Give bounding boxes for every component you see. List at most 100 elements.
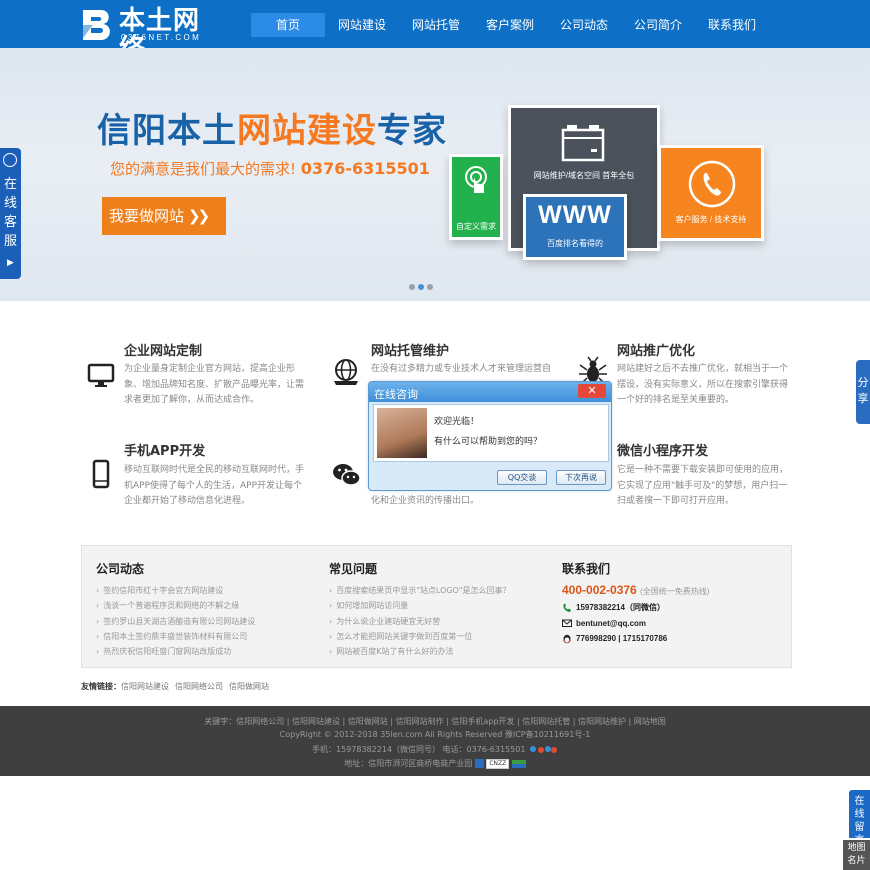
- faq-item[interactable]: 怎么才能把网站关键字做到百度第一位: [329, 629, 511, 644]
- banner-title-a: 信阳本土: [97, 111, 237, 151]
- mail-icon: [562, 619, 572, 628]
- cnzz-badge[interactable]: CNZZ: [486, 758, 510, 769]
- chat-title: 在线咨询: [374, 388, 418, 401]
- footer-keywords[interactable]: 关键字：信阳网络公司 | 信阳网站建设 | 信阳做网站 | 信阳网站制作 | 信…: [0, 716, 870, 727]
- hotline: 400-002-0376 (全国统一免费热线): [562, 583, 709, 597]
- qq-icon: [563, 634, 571, 644]
- banner-title-c: 专家: [377, 111, 447, 151]
- site-header: 本土网络 0376NET.COM 首页 网站建设 网站托管 客户案例 公司动态 …: [0, 0, 870, 63]
- nav-contact[interactable]: 联系我们: [695, 13, 769, 37]
- chat-body: 欢迎光临！ 有什么可以帮助到您的吗？: [373, 404, 609, 462]
- contact-qq-text: 776998290 | 1715170786: [576, 634, 668, 643]
- banner-phone: 0376-6315501: [300, 159, 430, 178]
- friend-link[interactable]: 信阳网络公司: [175, 682, 223, 691]
- faq-item[interactable]: 如何增加网站访问量: [329, 598, 511, 613]
- map-card-label: 地图名片: [847, 843, 866, 866]
- map-card-button[interactable]: 地图名片: [843, 840, 870, 870]
- online-service-tab[interactable]: 在线客服 ▶: [0, 148, 21, 279]
- nav-about[interactable]: 公司简介: [621, 13, 695, 37]
- share-tab[interactable]: 分享: [856, 360, 870, 424]
- service-title[interactable]: 网站推广优化: [617, 340, 695, 359]
- triangle-right-icon: ▶: [7, 257, 14, 267]
- news-item[interactable]: 热烈庆祝信阳旺盛门窗网站改版成功: [96, 644, 255, 659]
- www-icon: WWW: [538, 201, 612, 229]
- hero-banner[interactable]: 信阳本土网站建设专家 您的满意是我们最大的需求! 0376-6315501 我要…: [0, 48, 870, 301]
- news-item[interactable]: 签约信阳市红十字会官方网站建设: [96, 583, 255, 598]
- chat-bubble-icon: [3, 153, 17, 167]
- banner-slogan: 您的满意是我们最大的需求!: [110, 160, 297, 178]
- footer-address: 地址：信阳市浉河区商桥电商产业园 CNZZ: [0, 758, 870, 769]
- info-panel: 公司动态 签约信阳市红十字会官方网站建设 浅谈一个普遍程序员和网络的不解之缘 签…: [81, 545, 792, 668]
- contact-email-text[interactable]: bentunet@qq.com: [576, 616, 646, 632]
- friend-links-label: 友情链接：: [81, 682, 121, 691]
- touch-icon: [465, 166, 487, 193]
- slider-dot[interactable]: [427, 284, 433, 290]
- paw-icon[interactable]: [474, 759, 484, 768]
- close-icon[interactable]: ✕: [578, 384, 606, 398]
- hotline-number: 400-002-0376: [562, 583, 637, 597]
- faq-item[interactable]: 百度搜索结果页中显示"站点LOGO"是怎么回事？: [329, 583, 510, 598]
- double-chevron-right-icon: ❯❯: [188, 207, 210, 225]
- share-label: 分享: [857, 376, 869, 405]
- globe-icon: [334, 359, 358, 385]
- tile-maintenance-label: 网站维护/域名空间 首年全包: [533, 171, 635, 180]
- tile-custom-label: 自定义需求: [456, 222, 496, 231]
- banner-subtitle: 您的满意是我们最大的需求! 0376-6315501: [110, 158, 430, 179]
- agent-avatar: [377, 408, 427, 458]
- contact-phone-text: 15978382214（同微信）: [576, 603, 665, 612]
- footer-address-text: 地址：信阳市浉河区商桥电商产业园: [344, 759, 473, 768]
- service-title[interactable]: 企业网站定制: [124, 340, 202, 359]
- main-nav: 首页 网站建设 网站托管 客户案例 公司动态 公司简介 联系我们: [251, 13, 769, 37]
- faq-item[interactable]: 为什么说企业建站硬宜无好营: [329, 614, 511, 629]
- nav-home[interactable]: 首页: [251, 13, 325, 37]
- qq-status-icon[interactable]: [528, 745, 558, 754]
- news-item[interactable]: 浅谈一个普遍程序员和网络的不解之缘: [96, 598, 255, 613]
- service-desc: 网站建好之后不去推广优化，就相当于一个摆设，没有实际意义，所以在搜索引擎获得一个…: [617, 364, 789, 405]
- faq-heading: 常见问题: [329, 562, 378, 576]
- service-title[interactable]: 手机APP开发: [124, 440, 205, 459]
- hotline-note: (全国统一免费热线): [640, 587, 710, 596]
- friend-link[interactable]: 信阳做网站: [229, 682, 269, 691]
- slider-dot-active[interactable]: [418, 284, 424, 290]
- online-service-label: 在线客服: [4, 177, 18, 249]
- service-title[interactable]: 微信小程序开发: [617, 440, 708, 459]
- phone-handset-icon: [563, 603, 571, 612]
- stats-icon[interactable]: [511, 759, 526, 768]
- slider-dot[interactable]: [409, 284, 415, 290]
- message-tab[interactable]: 在线留言: [849, 790, 870, 846]
- service-desc: 为企业量身定制企业官方网站，提高企业形象、增加品牌知名度、扩散产品曝光率，让需求…: [124, 364, 305, 405]
- telephone-icon: [688, 160, 736, 208]
- logo-mark-icon: [83, 10, 110, 40]
- friend-link[interactable]: 信阳网站建设: [121, 682, 169, 691]
- contact-heading: 联系我们: [562, 562, 611, 576]
- nav-website-build[interactable]: 网站建设: [325, 13, 399, 37]
- nav-news[interactable]: 公司动态: [547, 13, 621, 37]
- news-heading: 公司动态: [96, 562, 145, 576]
- wechat-icon: [333, 464, 361, 486]
- tile-seo-label: 百度排名看得的: [547, 239, 603, 248]
- chat-header[interactable]: 在线咨询 ✕: [369, 382, 611, 402]
- site-logo[interactable]: 本土网络 0376NET.COM: [81, 6, 221, 63]
- server-icon: [561, 125, 605, 162]
- chat-question: 有什么可以帮助到您的吗？: [434, 437, 543, 447]
- news-column: 公司动态 签约信阳市红十字会官方网站建设 浅谈一个普遍程序员和网络的不解之缘 签…: [96, 560, 255, 659]
- service-desc: 它是一种不需要下载安装即可使用的应用，它实现了应用"触手可及"的梦想，用户扫一扫…: [617, 465, 789, 506]
- qq-chat-button[interactable]: QQ交谈: [497, 470, 547, 485]
- nav-hosting[interactable]: 网站托管: [399, 13, 473, 37]
- cta-button[interactable]: 我要做网站 ❯❯: [102, 197, 226, 235]
- contact-qq: 776998290 | 1715170786: [562, 631, 709, 647]
- footer-contact: 手机：15978382214（微信同号） 电话：0376-6315501: [0, 744, 870, 755]
- chat-popup: 在线咨询 ✕ 欢迎光临！ 有什么可以帮助到您的吗？ QQ交谈 下次再说: [368, 381, 612, 491]
- service-title[interactable]: 网站托管维护: [371, 340, 449, 359]
- chat-greeting: 欢迎光临！: [434, 417, 480, 427]
- contact-column: 联系我们 400-002-0376 (全国统一免费热线) 15978382214…: [562, 560, 709, 647]
- faq-column: 常见问题 百度搜索结果页中显示"站点LOGO"是怎么回事？ 如何增加网站访问量 …: [329, 560, 511, 659]
- faq-item[interactable]: 网站被百度K站了有什么好的办法: [329, 644, 511, 659]
- cta-label: 我要做网站: [109, 207, 185, 225]
- nav-cases[interactable]: 客户案例: [473, 13, 547, 37]
- footer-contact-text: 手机：15978382214（微信同号） 电话：0376-6315501: [312, 745, 526, 754]
- news-item[interactable]: 信阳本土签约鼎丰盛世装饰材料有限公司: [96, 629, 255, 644]
- logo-domain: 0376NET.COM: [121, 33, 202, 42]
- later-button[interactable]: 下次再说: [556, 470, 606, 485]
- news-item[interactable]: 签约罗山县天湖古酒酿造有限公司网站建设: [96, 614, 255, 629]
